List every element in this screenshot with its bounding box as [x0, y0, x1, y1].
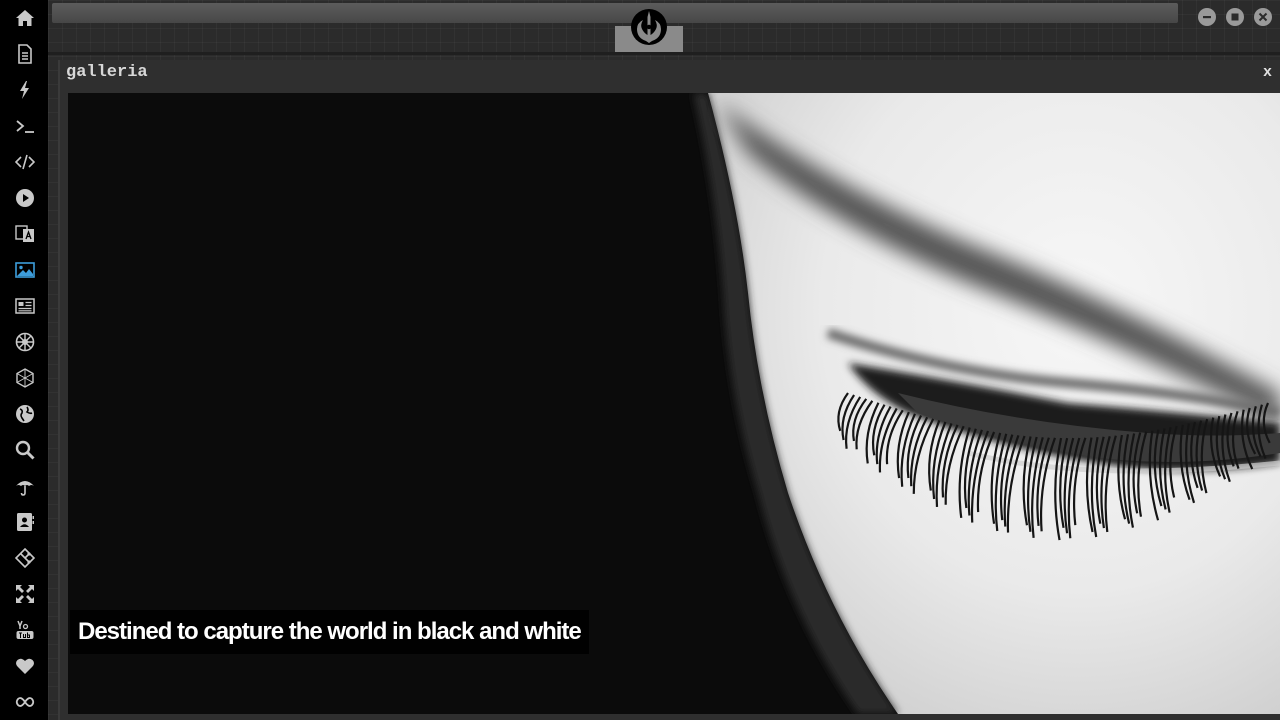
- newspaper-icon: [15, 298, 35, 314]
- close-button[interactable]: [1254, 8, 1272, 26]
- sidebar-item-translate[interactable]: [14, 223, 36, 245]
- expand-icon: [16, 585, 34, 603]
- globe-icon: [16, 405, 34, 423]
- sidebar-item-gallery[interactable]: [14, 259, 36, 281]
- empire-icon: [15, 332, 35, 352]
- title-bar[interactable]: [52, 3, 1178, 23]
- minimize-button[interactable]: [1198, 8, 1216, 26]
- sidebar-item-loop[interactable]: [14, 691, 36, 713]
- image-icon: [15, 262, 35, 278]
- translate-icon: [15, 225, 34, 242]
- play-icon: [16, 189, 34, 207]
- rebel-alliance-icon[interactable]: [630, 8, 668, 46]
- document-icon: [18, 44, 32, 64]
- sidebar-item-globe[interactable]: [14, 403, 36, 425]
- heart-icon: [16, 658, 34, 674]
- sidebar-item-news[interactable]: [14, 295, 36, 317]
- sidebar-item-search[interactable]: [14, 439, 36, 461]
- sidebar-item-empire[interactable]: [14, 331, 36, 353]
- sidebar-item-code[interactable]: [14, 151, 36, 173]
- sidebar-item-terminal[interactable]: [14, 115, 36, 137]
- sidebar-item-weather[interactable]: [14, 475, 36, 497]
- maximize-button[interactable]: [1226, 8, 1244, 26]
- search-icon: [15, 440, 35, 460]
- minimize-icon: [1203, 16, 1211, 19]
- sidebar: [0, 0, 48, 720]
- divider: [48, 52, 1280, 55]
- panel-close-button[interactable]: x: [1263, 64, 1272, 81]
- terminal-icon: [16, 120, 34, 133]
- code-icon: [15, 154, 35, 170]
- panel-title: galleria: [66, 63, 148, 82]
- sidebar-item-power[interactable]: [14, 79, 36, 101]
- maximize-icon: [1231, 13, 1239, 21]
- sidebar-item-network[interactable]: [14, 367, 36, 389]
- gallery-window: galleria x Destined to capture the world…: [58, 60, 1280, 720]
- sidebar-item-home[interactable]: [14, 7, 36, 29]
- youtube-icon: [16, 620, 34, 639]
- sidebar-item-favorites[interactable]: [14, 655, 36, 677]
- sidebar-item-documents[interactable]: [14, 43, 36, 65]
- git-icon: [15, 548, 35, 568]
- image-caption: Destined to capture the world in black a…: [70, 610, 589, 654]
- hexagon-icon: [16, 368, 34, 388]
- sidebar-item-contacts[interactable]: [14, 511, 36, 533]
- contacts-icon: [17, 513, 34, 531]
- sidebar-item-media[interactable]: [14, 187, 36, 209]
- home-icon: [16, 10, 34, 26]
- sidebar-item-git[interactable]: [14, 547, 36, 569]
- umbrella-icon: [16, 481, 34, 496]
- close-icon: [1258, 12, 1268, 22]
- lightning-icon: [20, 81, 29, 99]
- sidebar-item-fullscreen[interactable]: [14, 583, 36, 605]
- sidebar-item-youtube[interactable]: [14, 619, 36, 641]
- gallery-image[interactable]: Destined to capture the world in black a…: [68, 93, 1280, 714]
- infinity-icon: [15, 697, 35, 707]
- workspace: galleria x Destined to capture the world…: [48, 0, 1280, 720]
